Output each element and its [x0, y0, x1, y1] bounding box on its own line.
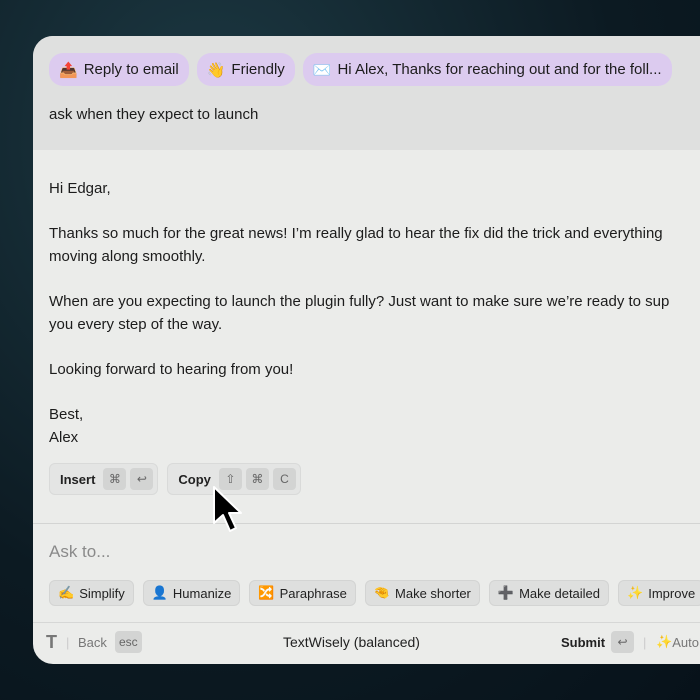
command-key: ⌘: [103, 468, 127, 490]
back-button[interactable]: Back: [78, 630, 107, 654]
c-key: C: [272, 468, 296, 490]
ask-input[interactable]: Ask to...: [49, 542, 110, 562]
chip-reply-to-email[interactable]: 📤 Reply to email: [49, 53, 189, 86]
pinching-hand-icon: 🤏: [373, 585, 391, 600]
command-key: ⌘: [245, 468, 269, 490]
waving-hand-icon: 👋: [206, 61, 226, 79]
sparkles-icon: ✨: [627, 585, 644, 600]
humanize-button[interactable]: 👤 Humanize: [142, 580, 241, 606]
email-line: you every step of the way.: [49, 316, 223, 333]
email-line: Looking forward to hearing from you!: [49, 361, 294, 378]
email-line: When are you expecting to launch the plu…: [49, 293, 670, 310]
make-shorter-button[interactable]: 🤏 Make shorter: [364, 580, 480, 606]
divider: [33, 622, 700, 623]
chip-source-email[interactable]: ✉️ Hi Alex, Thanks for reaching out and f…: [302, 53, 672, 86]
email-greeting: Hi Edgar,: [49, 180, 111, 197]
divider: |: [643, 634, 647, 650]
return-key: ↩: [130, 468, 154, 490]
divider: |: [66, 634, 70, 650]
submit-button[interactable]: Submit: [561, 630, 605, 654]
simplify-button[interactable]: ✍️ Simplify: [49, 580, 134, 606]
email-signoff: Best,: [49, 406, 84, 423]
chip-friendly[interactable]: 👋 Friendly: [196, 53, 295, 86]
textwisely-logo-icon: T: [46, 631, 57, 652]
person-icon: 👤: [151, 585, 168, 600]
plus-icon: ➕: [497, 585, 515, 600]
auto-toggle[interactable]: ✨ Auto: [656, 630, 699, 654]
email-line: moving along smoothly.: [49, 248, 206, 265]
email-signature: Alex: [49, 429, 79, 446]
context-header: 📤 Reply to email 👋 Friendly ✉️ Hi Alex, Tha…: [33, 36, 700, 150]
paraphrase-button[interactable]: 🔀 Paraphrase: [249, 580, 356, 606]
email-line: Thanks so much for the great news! I’m r…: [49, 225, 663, 242]
footer-bar: T | Back esc TextWisely (balanced) Submi…: [33, 630, 700, 656]
model-selector[interactable]: TextWisely (balanced): [283, 630, 420, 654]
improve-button[interactable]: ✨ Improve: [618, 580, 700, 606]
insert-button[interactable]: Insert ⌘ ↩: [49, 463, 159, 495]
esc-key: esc: [115, 631, 142, 653]
textwisely-window: 📤 Reply to email 👋 Friendly ✉️ Hi Alex, Tha…: [33, 36, 700, 664]
divider: [33, 523, 700, 524]
mouse-cursor-icon: [213, 486, 242, 532]
mail-app-icon: ✉️: [312, 61, 332, 79]
inbox-tray-icon: 📤: [59, 61, 78, 79]
prompt-text: ask when they expect to launch: [49, 106, 259, 123]
generated-email: Hi Edgar, Thanks so much for the great n…: [49, 177, 700, 471]
shuffle-icon: 🔀: [258, 585, 275, 600]
sparkles-icon: ✨: [656, 634, 673, 649]
writing-hand-icon: ✍️: [58, 585, 75, 600]
return-key: ↩: [611, 631, 634, 653]
make-detailed-button[interactable]: ➕ Make detailed: [488, 580, 610, 606]
